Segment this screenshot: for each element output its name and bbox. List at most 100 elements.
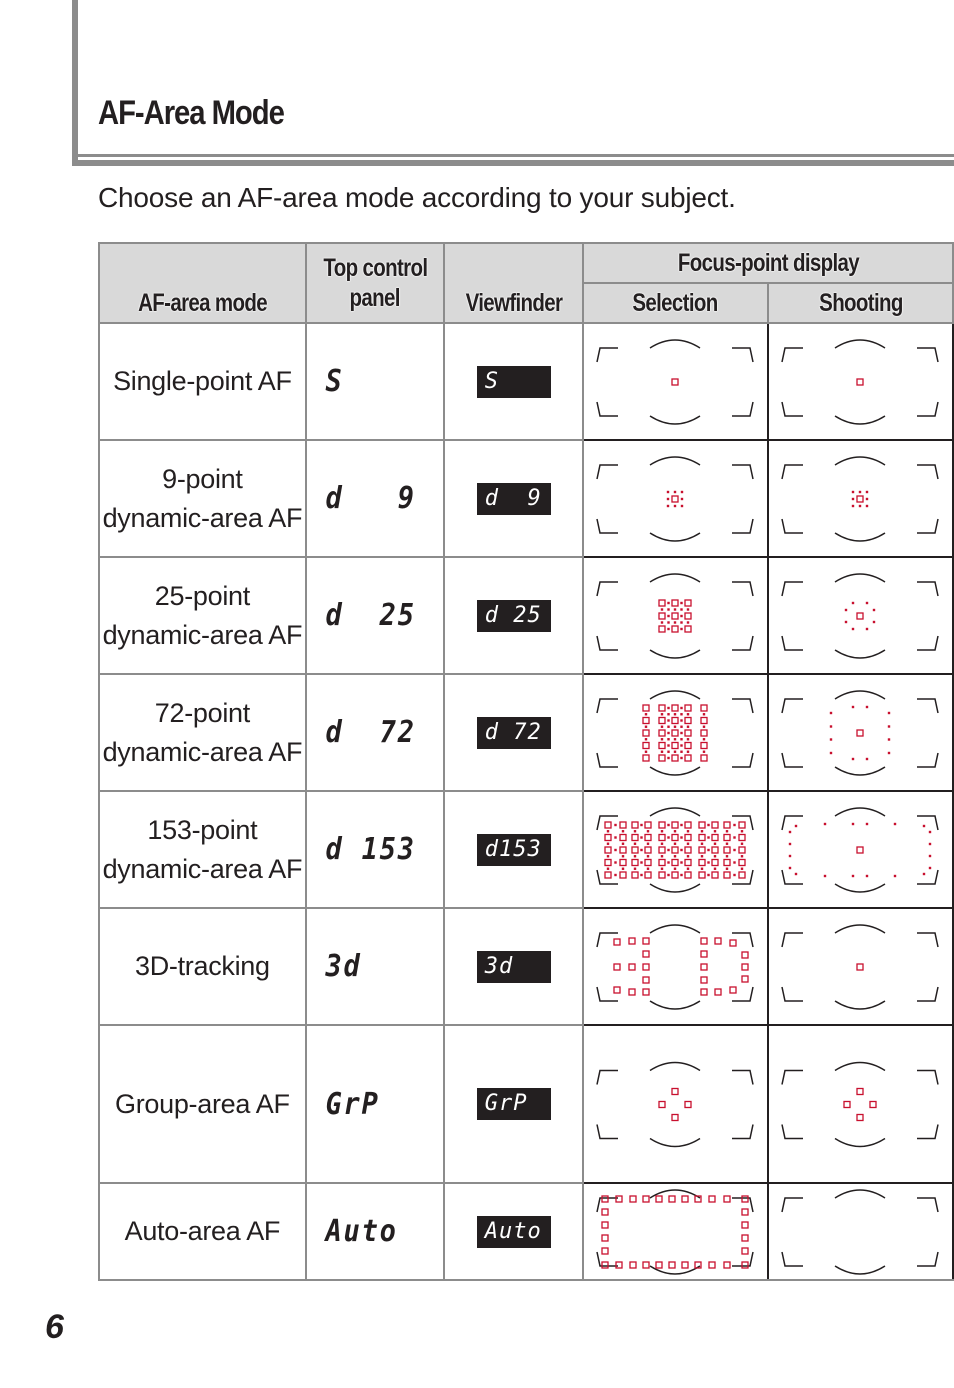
focus-point-dot (673, 750, 677, 753)
focus-point (711, 858, 719, 866)
top-panel-readout: GrP (325, 1086, 380, 1122)
focus-point-dot (893, 822, 897, 825)
viewfinder-cell: d 9 (443, 439, 584, 558)
header-top-control-panel: Top control panel (304, 242, 446, 324)
focus-point (671, 716, 679, 724)
focus-point-dot (700, 867, 704, 870)
shooting-focus-diagram (781, 455, 939, 542)
frame-corner-bottom-right (916, 1251, 939, 1267)
frame-arc-top (649, 689, 701, 700)
selection-focus-diagram (596, 923, 754, 1010)
focus-point-dot (606, 829, 610, 832)
focus-point-dot (680, 504, 684, 507)
focus-point (741, 974, 749, 983)
viewfinder-cell: 3d (443, 907, 584, 1026)
focus-point-dot (740, 867, 744, 870)
header-selection-label: Selection (632, 289, 719, 317)
top-panel-readout: d 9 (325, 481, 416, 516)
frame-corner-top-left (596, 580, 618, 596)
shooting-focus-diagram (781, 806, 939, 893)
viewfinder-readout: Auto (476, 1215, 551, 1248)
focus-point-dot (928, 842, 932, 845)
frame-arc-bottom (649, 999, 701, 1010)
frame-arc-bottom (649, 414, 701, 425)
focus-point-dot (667, 835, 670, 839)
focus-point-dot (872, 620, 876, 623)
focus-point (619, 833, 627, 841)
focus-point (642, 936, 650, 945)
focus-point-dot (660, 725, 664, 728)
frame-corner-bottom-right (916, 869, 939, 885)
focus-point-dot (673, 725, 677, 728)
focus-point (684, 741, 692, 749)
focus-point-dot (887, 751, 891, 754)
frame-corner-bottom-left (781, 401, 803, 417)
focus-point (856, 611, 864, 620)
focus-point-dot (646, 854, 650, 857)
selection-display-cell (581, 322, 769, 441)
focus-point (711, 833, 719, 841)
focus-point-dot (660, 854, 664, 857)
frame-corner-top-right (916, 931, 939, 947)
focus-point-dot (667, 627, 670, 630)
focus-point-dot (640, 848, 643, 851)
focus-point-dot (858, 504, 862, 507)
focus-point (723, 858, 731, 866)
focus-point-dot (660, 867, 664, 870)
focus-point-dot (640, 860, 643, 864)
frame-corner-bottom-right (916, 635, 939, 651)
focus-point-dot (667, 601, 670, 604)
focus-point (644, 833, 652, 841)
focus-point (711, 845, 719, 854)
frame-arc-top (649, 455, 701, 466)
focus-point-dot (686, 829, 690, 832)
focus-point-dot (673, 620, 677, 624)
frame-corner-bottom-right (916, 401, 939, 417)
focus-point-dot (680, 601, 683, 604)
focus-point (615, 1194, 623, 1203)
focus-point-dot (851, 757, 855, 760)
focus-point-dot (851, 490, 855, 493)
focus-point-dot (673, 712, 677, 715)
viewfinder-cell: d153 (443, 790, 584, 909)
focus-point-dot (680, 614, 683, 617)
frame-arc-top (834, 455, 886, 466)
focus-point-dot (680, 743, 683, 747)
focus-point (869, 1100, 877, 1108)
frame-arc-top (649, 923, 701, 934)
focus-point-dot (680, 706, 683, 709)
focus-point (628, 936, 636, 945)
mode-cell: Single-point AF (98, 322, 307, 441)
focus-point-dot (680, 627, 683, 630)
focus-point-dot (788, 866, 792, 869)
focus-point-dot (844, 608, 848, 611)
header-frame-left-bar (72, 0, 78, 166)
focus-point-dot (680, 756, 683, 759)
focus-point-dot (660, 842, 664, 845)
focus-point (723, 833, 731, 841)
focus-point-dot (606, 854, 610, 857)
focus-point-dot (713, 842, 717, 845)
frame-corner-bottom-right (916, 752, 939, 768)
focus-point (658, 611, 666, 620)
focus-point (644, 820, 652, 829)
focus-point (738, 858, 746, 866)
focus-point-dot (851, 822, 855, 825)
frame-corner-bottom-right (731, 752, 754, 768)
frame-arc-bottom (834, 1264, 886, 1275)
focus-point (671, 870, 679, 879)
frame-corner-top-right (916, 580, 939, 596)
focus-point (604, 870, 612, 879)
focus-point-dot (667, 873, 670, 876)
focus-point (658, 598, 666, 607)
frame-arc-top (649, 338, 701, 349)
focus-point-dot (922, 824, 926, 827)
focus-point-dot (788, 830, 792, 833)
frame-corner-top-left (781, 580, 803, 596)
frame-arc-top (834, 806, 886, 817)
focus-point (644, 845, 652, 854)
focus-point-dot (851, 627, 855, 630)
focus-point (684, 753, 692, 762)
focus-point-dot (733, 823, 736, 826)
mode-name-line1: Group-area AF (115, 1088, 290, 1119)
